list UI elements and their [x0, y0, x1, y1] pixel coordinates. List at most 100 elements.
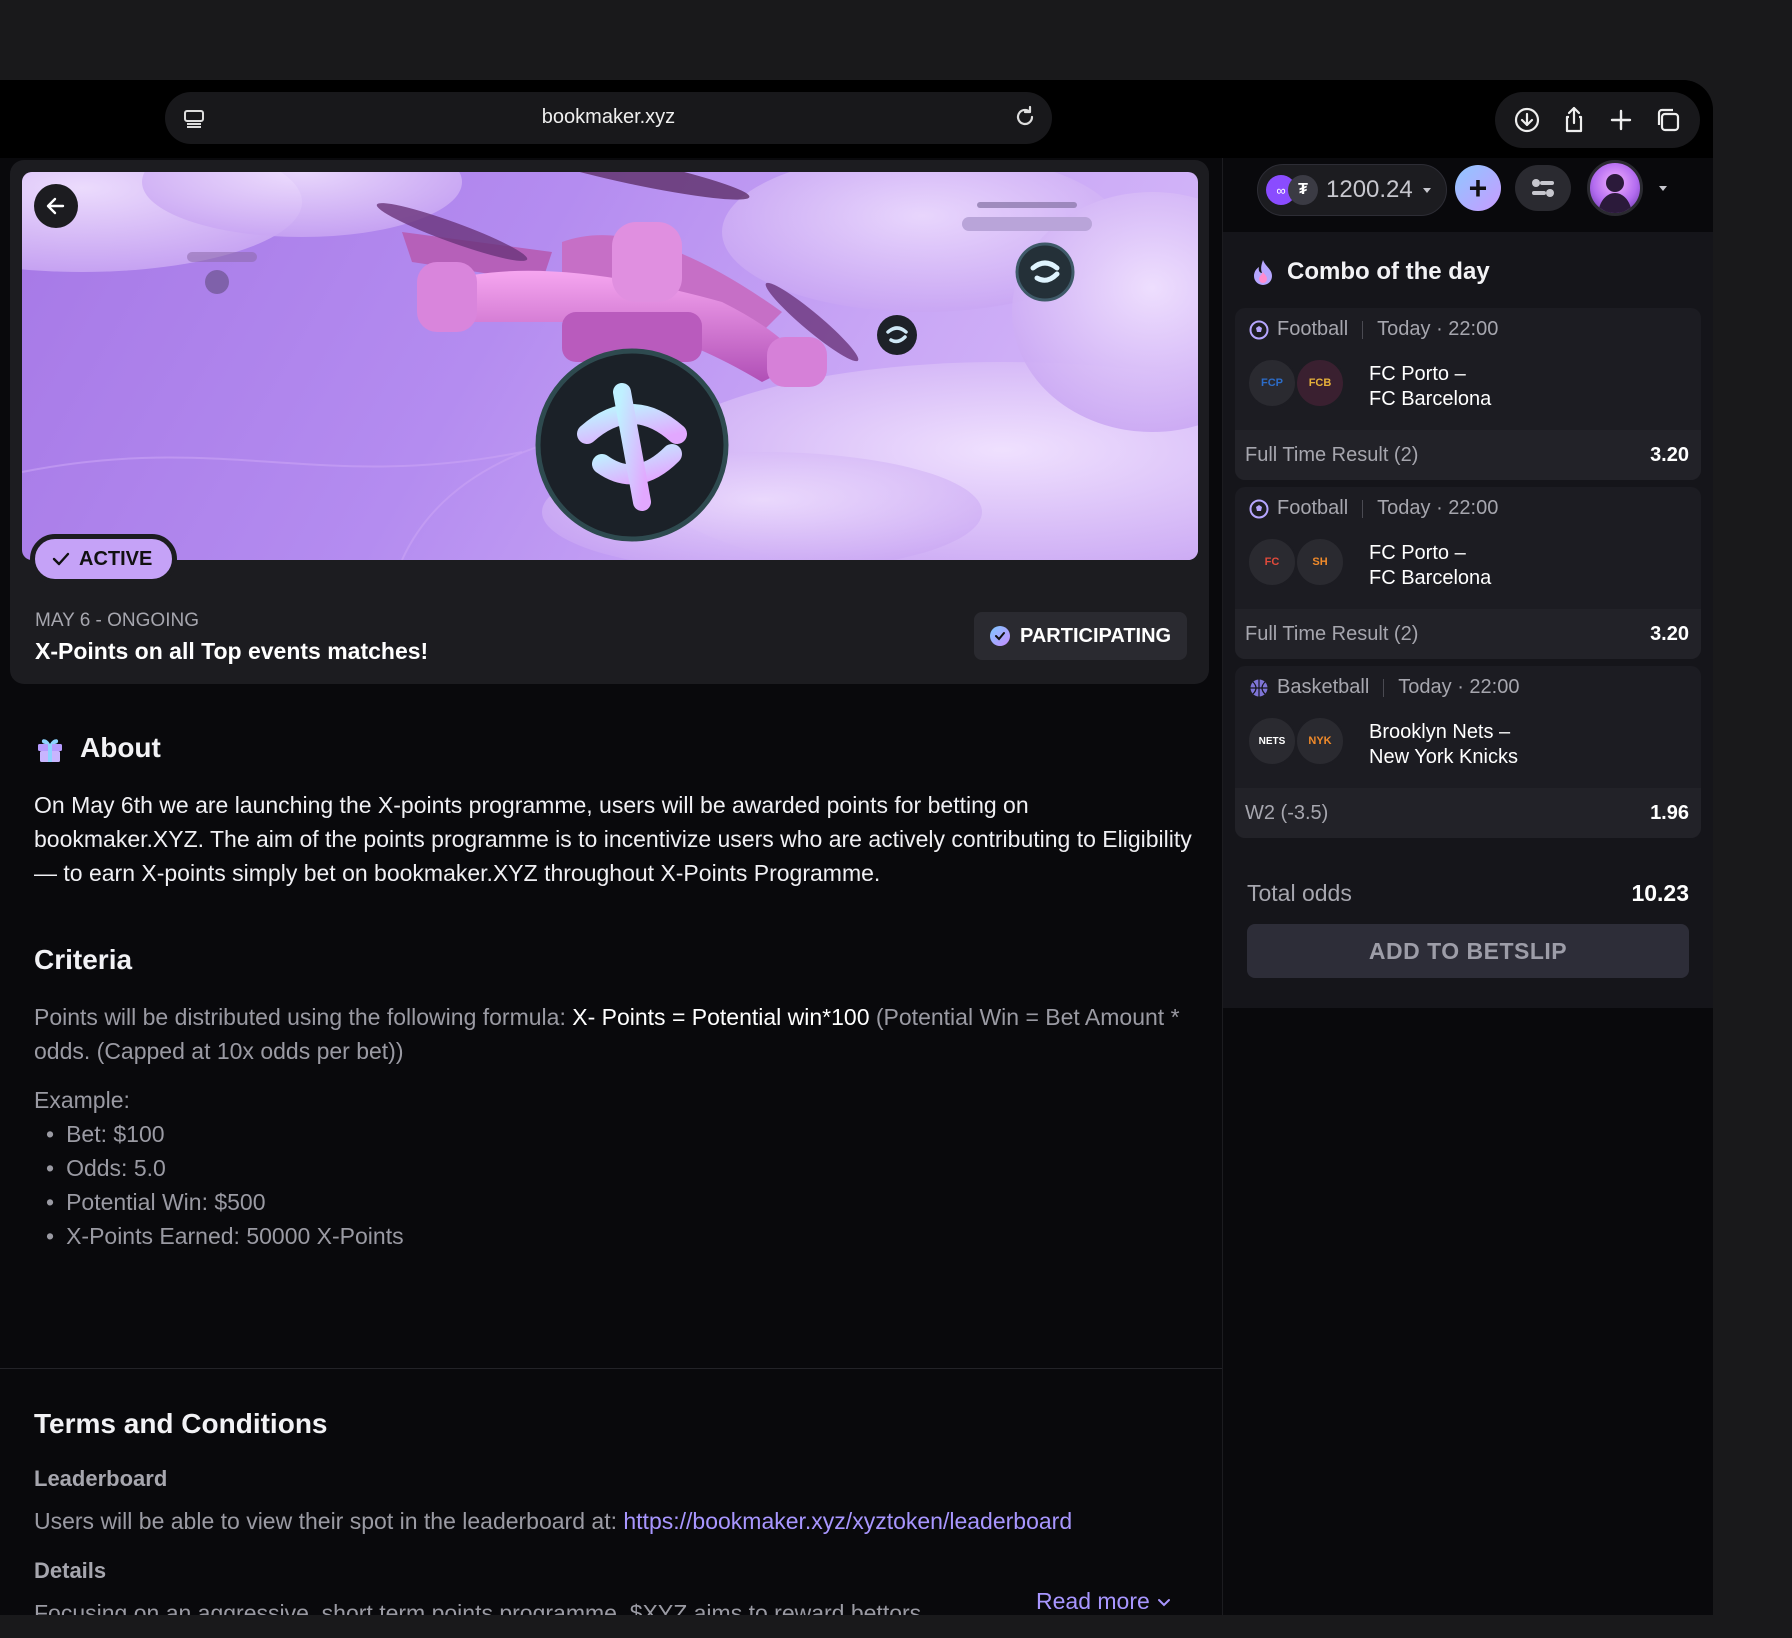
caret-down-icon[interactable] [1657, 182, 1669, 194]
token-icon: ₮ [1288, 175, 1318, 205]
reload-icon[interactable] [1012, 104, 1038, 130]
sport-label: Basketball [1277, 676, 1370, 698]
team-logo: SH [1295, 537, 1345, 587]
status-badge: ACTIVE [30, 534, 178, 584]
team-logo: NETS [1247, 716, 1297, 766]
swap-button[interactable] [1515, 165, 1571, 211]
team-away: New York Knicks [1369, 746, 1518, 768]
criteria-intro: Points will be distributed using the fol… [34, 1004, 573, 1030]
total-odds-row: Total odds 10.23 [1247, 880, 1689, 907]
market-odds: 1.96 [1650, 801, 1689, 824]
combo-heading: Combo of the day [1287, 258, 1490, 285]
details-heading: Details [34, 1558, 107, 1583]
leaderboard-text: Users will be able to view their spot in… [34, 1508, 1072, 1535]
list-item: Odds: 5.0 [46, 1151, 404, 1185]
balance-value: 1200.24 [1326, 176, 1413, 203]
market-name: Full Time Result (2) [1245, 622, 1419, 645]
separator [1383, 678, 1385, 697]
about-text: On May 6th we are launching the X-points… [34, 792, 1192, 886]
check-icon [52, 552, 70, 566]
list-item: Potential Win: $500 [46, 1185, 404, 1219]
combo-match-card[interactable]: Football Today · 22:00 FCP FCB FC Porto … [1235, 308, 1701, 480]
criteria-heading: Criteria [34, 944, 133, 975]
about-heading: About [80, 732, 161, 763]
combo-match-card[interactable]: Basketball Today · 22:00 NETS NYK Brookl… [1235, 666, 1701, 838]
read-more-button[interactable]: Read more [1036, 1588, 1172, 1615]
chevron-down-icon [1157, 1598, 1170, 1606]
match-time: Today · 22:00 [1398, 676, 1520, 698]
details-text: Focusing on an aggressive, short term po… [34, 1600, 954, 1615]
caret-down-icon [1422, 188, 1431, 193]
read-more-label: Read more [1036, 1588, 1150, 1614]
market-name: W2 (-3.5) [1245, 801, 1329, 824]
combo-of-the-day-panel: Combo of the day Football Today · 22:00 … [1223, 232, 1713, 1008]
leaderboard-desc: Users will be able to view their spot in… [34, 1508, 624, 1534]
promo-date: MAY 6 - ONGOING [35, 610, 199, 631]
participating-label: PARTICIPATING [1020, 624, 1172, 647]
market-row[interactable]: W2 (-3.5) 1.96 [1235, 788, 1701, 838]
add-to-betslip-button[interactable]: ADD TO BETSLIP [1247, 924, 1689, 978]
example-list: Bet: $100 Odds: 5.0 Potential Win: $500 … [34, 1117, 404, 1253]
back-button[interactable] [34, 184, 78, 228]
check-circle-icon [990, 626, 1010, 646]
match-time: Today · 22:00 [1377, 318, 1499, 340]
list-item: X-Points Earned: 50000 X-Points [46, 1219, 404, 1253]
market-row[interactable]: Full Time Result (2) 3.20 [1235, 430, 1701, 480]
combo-match-card[interactable]: Football Today · 22:00 FC SH FC Porto – … [1235, 487, 1701, 659]
share-icon[interactable] [1559, 105, 1589, 135]
team-home: Brooklyn Nets – [1369, 721, 1511, 743]
team-logo: FCP [1247, 358, 1297, 408]
total-odds-value: 10.23 [1631, 880, 1689, 906]
address-bar[interactable]: bookmaker.xyz [165, 92, 1052, 144]
market-odds: 3.20 [1650, 443, 1689, 466]
avatar[interactable] [1587, 160, 1643, 216]
flame-icon [1254, 260, 1272, 285]
criteria-formula: X- Points = Potential win*100 [572, 1004, 870, 1030]
promo-card: ACTIVE MAY 6 - ONGOING X-Points on all T… [10, 160, 1209, 684]
market-odds: 3.20 [1650, 622, 1689, 645]
football-icon [1249, 499, 1269, 518]
sport-label: Football [1277, 497, 1349, 519]
football-icon [1249, 320, 1269, 339]
example-block: Example: Bet: $100 Odds: 5.0 Potential W… [34, 1083, 404, 1253]
url-text[interactable]: bookmaker.xyz [165, 106, 1052, 129]
market-name: Full Time Result (2) [1245, 443, 1419, 466]
balance-dropdown[interactable]: ∞ ₮ 1200.24 [1257, 164, 1447, 216]
team-logo: FC [1247, 537, 1297, 587]
list-item: Bet: $100 [46, 1117, 404, 1151]
deposit-button[interactable]: + [1455, 165, 1501, 211]
account-bar: ∞ ₮ 1200.24 + [1223, 158, 1713, 232]
swap-icon [1532, 179, 1554, 197]
team-away: FC Barcelona [1369, 388, 1492, 410]
promo-content: ACTIVE MAY 6 - ONGOING X-Points on all T… [0, 158, 1222, 1615]
arrow-left-icon [46, 197, 65, 215]
team-home: FC Porto – [1369, 363, 1466, 385]
leaderboard-link[interactable]: https://bookmaker.xyz/xyztoken/leaderboa… [623, 1508, 1072, 1534]
match-time: Today · 22:00 [1377, 497, 1499, 519]
browser-window: bookmaker.xyz ACTIVE MAY 6 - ONGOING X-P… [0, 80, 1713, 1615]
browser-toolbar: bookmaker.xyz [0, 80, 1713, 158]
market-row[interactable]: Full Time Result (2) 3.20 [1235, 609, 1701, 659]
basketball-icon [1250, 679, 1268, 696]
download-icon[interactable] [1512, 105, 1542, 135]
team-home: FC Porto – [1369, 542, 1466, 564]
browser-actions [1495, 92, 1700, 148]
total-odds-label: Total odds [1247, 880, 1352, 906]
sport-label: Football [1277, 318, 1349, 340]
status-text: ACTIVE [79, 547, 153, 570]
gift-icon [38, 739, 62, 762]
promo-title: X-Points on all Top events matches! [35, 638, 429, 664]
terms-heading: Terms and Conditions [34, 1408, 328, 1439]
promo-banner-image [22, 172, 1198, 560]
separator [1362, 320, 1364, 339]
about-section: About On May 6th we are launching the X-… [34, 732, 1194, 890]
criteria-text: Points will be distributed using the fol… [34, 1000, 1194, 1068]
example-label: Example: [34, 1087, 130, 1113]
leaderboard-heading: Leaderboard [34, 1466, 168, 1491]
right-sidebar: ∞ ₮ 1200.24 + Combo of the day Football … [1222, 158, 1713, 1615]
tabs-overview-icon[interactable] [1653, 105, 1683, 135]
participating-badge[interactable]: PARTICIPATING [974, 612, 1188, 660]
new-tab-icon[interactable] [1606, 105, 1636, 135]
divider [0, 1368, 1222, 1369]
team-away: FC Barcelona [1369, 567, 1492, 589]
